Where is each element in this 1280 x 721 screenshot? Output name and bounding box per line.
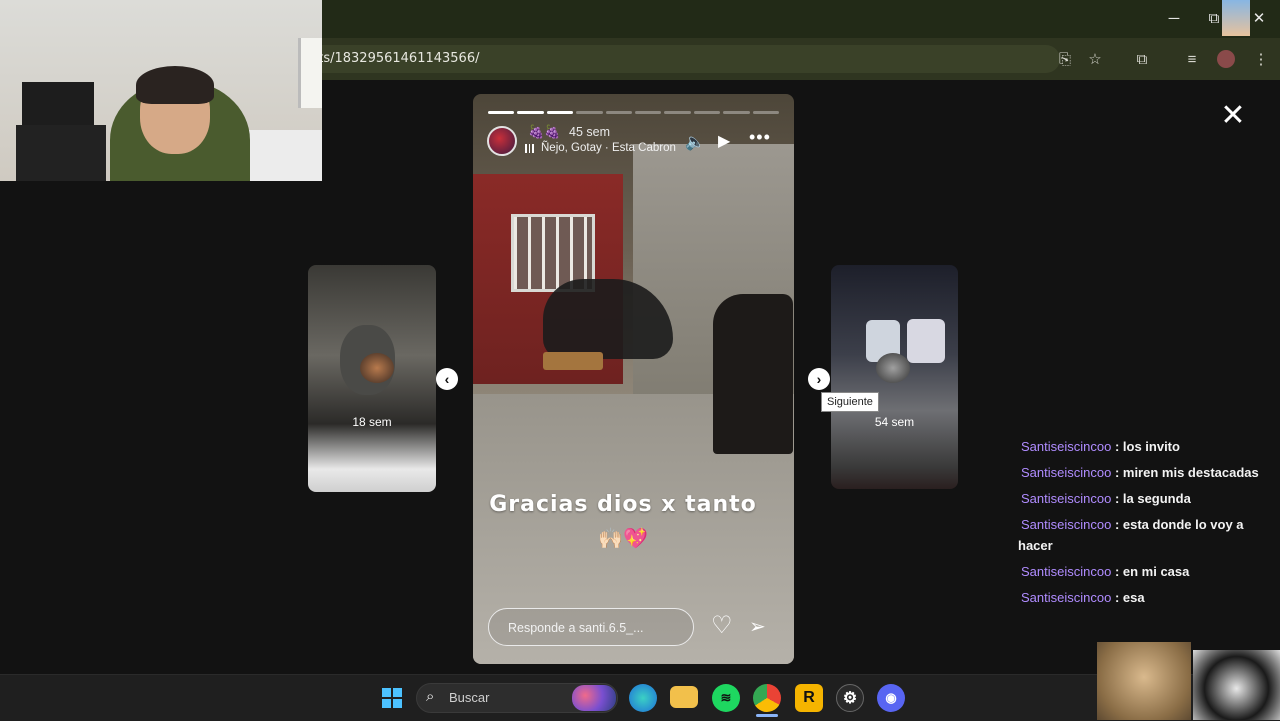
next-story-preview[interactable]: 54 sem (831, 265, 958, 489)
progress-segment (723, 111, 750, 114)
story-time-ago: 45 sem (569, 125, 610, 139)
chat-username[interactable]: Santiseiscincoo (1021, 439, 1111, 454)
chat-separator: : (1111, 590, 1123, 605)
previous-story-preview[interactable]: 18 sem (308, 265, 436, 492)
progress-segment (664, 111, 691, 114)
chat-separator: : (1111, 439, 1123, 454)
audio-bars-icon (525, 143, 535, 153)
install-app-icon[interactable]: ⎘ (1053, 47, 1077, 71)
preview-avatar (876, 353, 910, 383)
chat-username[interactable]: Santiseiscincoo (1021, 590, 1111, 605)
chat-username[interactable]: Santiseiscincoo (1021, 465, 1111, 480)
webcam-window (298, 38, 322, 108)
webcam-streamer-hair (136, 66, 214, 104)
taskbar-search-placeholder[interactable]: Buscar (449, 690, 489, 705)
active-app-indicator (756, 714, 778, 717)
next-tooltip: Siguiente (821, 392, 879, 412)
edge-icon[interactable] (629, 684, 657, 712)
address-url[interactable]: nts/18329561461143566/ (310, 51, 479, 66)
reply-placeholder[interactable]: Responde a santi.6.5_... (508, 621, 644, 635)
story-photo-table (543, 352, 603, 370)
chat-message: Santiseiscincoo : esta donde lo voy a ha… (1018, 514, 1280, 556)
cartoon-cam-overlay-2 (1193, 650, 1280, 720)
volume-icon[interactable]: 🔈 (685, 132, 705, 152)
progress-segment (635, 111, 662, 114)
chat-separator: : (1111, 491, 1123, 506)
preview-bus (907, 319, 945, 363)
windows-start-icon[interactable] (378, 684, 406, 712)
webcam-tv (22, 82, 94, 130)
spotify-icon[interactable]: ≋ (712, 684, 740, 712)
discord-icon[interactable]: ◉ (877, 684, 905, 712)
story-photo-grill (713, 294, 793, 454)
progress-segment (546, 111, 574, 114)
profile-icon[interactable] (1214, 47, 1238, 71)
restore-button[interactable]: ⧉ (1200, 4, 1228, 32)
window-close-button[interactable]: ✕ (1245, 4, 1273, 32)
chat-message: Santiseiscincoo : en mi casa (1018, 561, 1280, 582)
chat-separator: : (1111, 517, 1123, 532)
chat-text: miren mis destacadas (1122, 465, 1259, 480)
chat-message: Santiseiscincoo : los invito (1018, 436, 1280, 457)
story-card[interactable]: 🍇🍇 45 sem Ñejo, Gotay · Esta Cabron 🔈 ▶ … (473, 94, 794, 664)
progress-segment (488, 111, 515, 114)
reading-list-icon[interactable]: ≡ (1180, 47, 1204, 71)
rockstar-icon[interactable]: R (795, 684, 823, 712)
story-caption: Gracias dios x tanto (489, 492, 757, 517)
more-options-icon[interactable]: ••• (749, 127, 771, 148)
progress-segment (605, 111, 633, 114)
webcam-bed (240, 130, 322, 181)
chat-separator: : (1111, 564, 1123, 579)
progress-segment (752, 111, 780, 114)
story-song[interactable]: Ñejo, Gotay · Esta Cabron (541, 142, 676, 154)
chat-message: Santiseiscincoo : miren mis destacadas (1018, 462, 1280, 483)
progress-segment (693, 111, 721, 114)
minimize-button[interactable]: ─ (1160, 4, 1188, 32)
play-icon[interactable]: ▶ (718, 131, 730, 151)
search-highlight-icon (572, 685, 616, 711)
story-author-emoji[interactable]: 🍇🍇 (528, 124, 560, 140)
preview-avatar (360, 353, 394, 383)
close-viewer-button[interactable]: ✕ (1218, 99, 1248, 132)
story-author-avatar[interactable] (487, 126, 517, 156)
file-explorer-icon[interactable] (670, 686, 698, 708)
progress-segment (576, 111, 603, 114)
webcam-overlay (0, 0, 322, 181)
chat-username[interactable]: Santiseiscincoo (1021, 564, 1111, 579)
steam-icon[interactable]: ⚙ (836, 684, 864, 712)
chat-message: Santiseiscincoo : esa (1018, 587, 1280, 608)
search-icon: ⌕ (426, 688, 435, 705)
bookmark-star-icon[interactable]: ☆ (1083, 47, 1107, 71)
chrome-icon[interactable] (753, 684, 781, 712)
next-story-button[interactable]: › (808, 368, 830, 390)
cartoon-cam-overlay (1097, 642, 1191, 720)
like-heart-icon[interactable]: ♡ (711, 614, 733, 638)
previous-story-time: 18 sem (352, 415, 392, 429)
webcam-cabinet (16, 125, 106, 181)
chat-text: los invito (1122, 439, 1180, 454)
chat-text: en mi casa (1122, 564, 1190, 579)
chat-text: esa (1122, 590, 1145, 605)
next-story-time: 54 sem (874, 415, 915, 429)
chat-separator: : (1111, 465, 1123, 480)
chat-text: la segunda (1122, 491, 1191, 506)
previous-story-button[interactable]: ‹ (436, 368, 458, 390)
chat-message: Santiseiscincoo : la segunda (1018, 488, 1280, 509)
chat-username[interactable]: Santiseiscincoo (1021, 517, 1111, 532)
menu-icon[interactable]: ⋮ (1249, 47, 1273, 71)
story-caption-emoji: 🙌🏻💖 (598, 528, 648, 550)
chat-username[interactable]: Santiseiscincoo (1021, 491, 1111, 506)
progress-segment (517, 111, 544, 114)
story-progress-bar (488, 111, 780, 114)
extensions-icon[interactable]: ⧉ (1130, 47, 1154, 71)
send-icon[interactable]: ➢ (749, 616, 766, 638)
